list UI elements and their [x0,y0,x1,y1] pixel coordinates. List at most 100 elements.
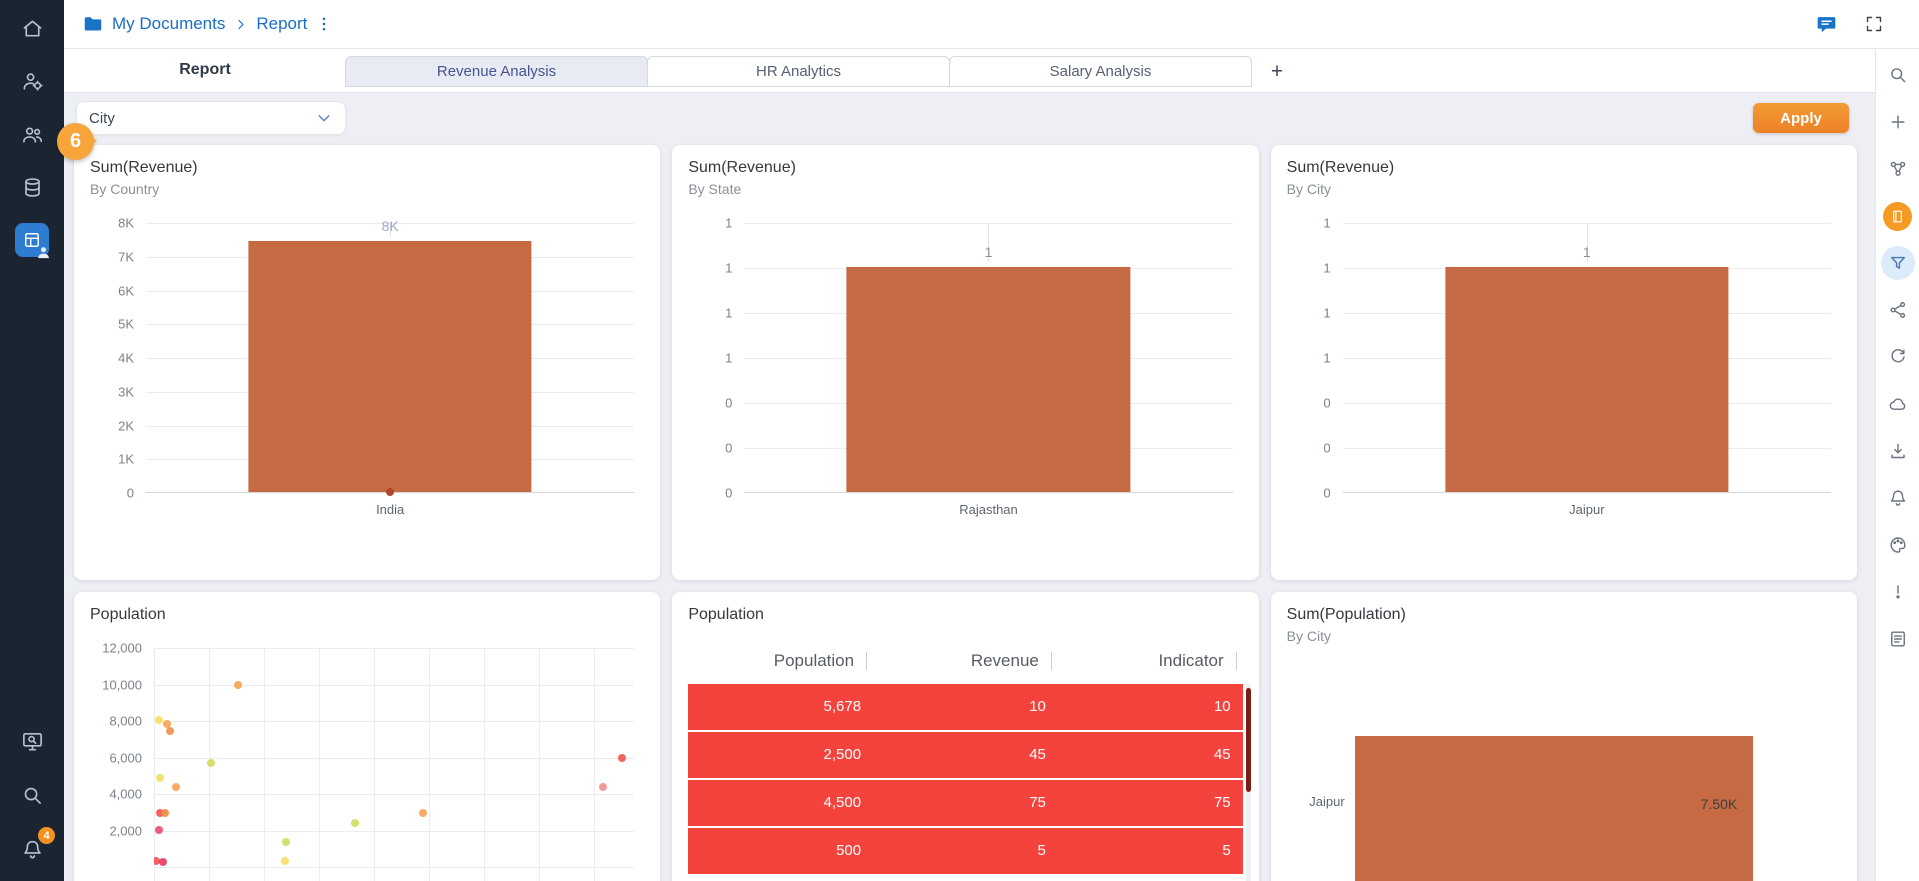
comment-icon[interactable] [1815,13,1838,36]
data-point[interactable] [281,857,289,865]
chart-subtitle: By Country [90,181,644,197]
data-point[interactable] [161,809,169,817]
tab-salary-analysis[interactable]: Salary Analysis [949,56,1252,87]
data-point[interactable] [599,783,607,791]
tool-6-refresh[interactable] [1878,337,1918,377]
table-row[interactable]: 50055 [688,828,1242,874]
column-header-revenue[interactable]: Revenue [873,651,1058,671]
bar[interactable] [249,241,532,492]
bar[interactable] [847,267,1130,492]
sidebar-item-monitor-search[interactable] [12,721,52,761]
chart-title: Sum(Revenue) [688,159,1242,177]
tool-8-download[interactable] [1878,431,1918,471]
table-row[interactable]: 4,5007575 [688,780,1242,826]
fullscreen-icon[interactable] [1864,14,1884,34]
chart-title: Sum(Revenue) [1287,159,1841,177]
data-point[interactable] [207,759,215,767]
database-icon [21,176,44,199]
column-header-indicator[interactable]: Indicator [1058,651,1243,671]
data-point[interactable] [159,858,167,866]
table-scrollbar[interactable] [1246,688,1251,792]
table-cell: 5,678 [688,684,873,730]
left-sidebar-bottom: 4 [12,721,52,869]
tool-12-notes[interactable] [1878,619,1918,659]
sidebar-item-bell[interactable]: 4 [12,829,52,869]
sidebar-item-home[interactable] [12,8,52,48]
tool-4-filter[interactable] [1878,243,1918,283]
data-point[interactable] [156,774,164,782]
tabs: Revenue AnalysisHR AnalyticsSalary Analy… [346,56,1252,92]
y-tick-label: 1 [725,216,732,231]
sidebar-item-database[interactable] [12,167,52,207]
sidebar-item-reports[interactable] [12,220,52,260]
y-tick-label: 0 [1323,486,1330,501]
report-nav-label: Report [64,61,346,92]
data-point[interactable] [282,838,290,846]
data-point[interactable] [351,819,359,827]
y-axis: 12,00010,0008,0006,0004,0002,000 [90,648,154,881]
tool-9-bell[interactable] [1878,478,1918,518]
sidebar-item-groups[interactable] [12,114,52,154]
city-filter-dropdown[interactable]: City [76,101,346,135]
table-body: 5,67810102,50045454,500757550055 [688,684,1242,874]
plot-area: 8K [146,223,634,493]
chart-subtitle: By State [688,181,1242,197]
tool-11-alert[interactable] [1878,572,1918,612]
data-point[interactable] [234,681,242,689]
data-point[interactable] [166,727,174,735]
bar[interactable] [1445,267,1728,492]
tool-2-model[interactable] [1878,149,1918,189]
plot-area: 1 [1343,223,1831,493]
data-point[interactable] [386,488,394,496]
card-sum-revenue-by-city: Sum(Revenue) By City 11110001Jaipur [1271,145,1857,580]
home-icon [21,17,44,40]
tool-3-workbook[interactable] [1878,196,1918,236]
table-cell: 4,500 [688,780,873,826]
data-label: 8K [382,218,399,234]
user-settings-icon [21,70,44,93]
table-cell: 5 [1058,828,1243,874]
tool-7-cloud[interactable] [1878,384,1918,424]
gridline [154,648,155,881]
y-tick-label: 5K [118,317,134,332]
data-point[interactable] [155,826,163,834]
tool-1-add[interactable] [1878,102,1918,142]
breadcrumb-my-documents[interactable]: My Documents [112,14,225,34]
y-tick-label: 6,000 [109,750,142,765]
y-tick-label: 3K [118,384,134,399]
tool-10-palette[interactable] [1878,525,1918,565]
y-tick-label: 1 [1323,351,1330,366]
data-label: 7.50K [1701,796,1738,812]
gridline [154,721,634,722]
y-tick-label: 1K [118,452,134,467]
breadcrumb-report[interactable]: Report [256,14,307,34]
tool-0-search[interactable] [1878,55,1918,95]
gridline [594,648,595,881]
data-point[interactable] [419,809,427,817]
main-area: Report Revenue AnalysisHR AnalyticsSalar… [64,49,1875,881]
gridline [264,648,265,881]
y-tick-label: 2,000 [109,823,142,838]
add-tab-button[interactable]: + [1260,60,1294,84]
kebab-icon[interactable] [315,15,333,33]
data-point[interactable] [618,754,626,762]
column-header-population[interactable]: Population [688,651,873,671]
gridline [154,794,634,795]
chart-canvas: 11110001Rajasthan [688,223,1242,517]
tool-5-share[interactable] [1878,290,1918,330]
tab-revenue-analysis[interactable]: Revenue Analysis [345,56,648,87]
data-point[interactable] [172,783,180,791]
sidebar-item-zoom[interactable] [12,775,52,815]
y-tick-label: 8K [118,216,134,231]
tab-hr-analytics[interactable]: HR Analytics [647,56,950,87]
bar[interactable]: 7.50K [1355,736,1754,881]
table-row[interactable]: 2,5004545 [688,732,1242,778]
table-row[interactable]: 5,6781010 [688,684,1242,730]
chart-subtitle: By City [1287,181,1841,197]
sort-divider [1236,652,1237,670]
sidebar-item-user-settings[interactable] [12,61,52,101]
apply-button[interactable]: Apply [1753,103,1849,133]
step-badge[interactable]: 6 [57,123,94,160]
chart-canvas: 11110001Jaipur [1287,223,1841,517]
filter-icon [1888,253,1908,273]
